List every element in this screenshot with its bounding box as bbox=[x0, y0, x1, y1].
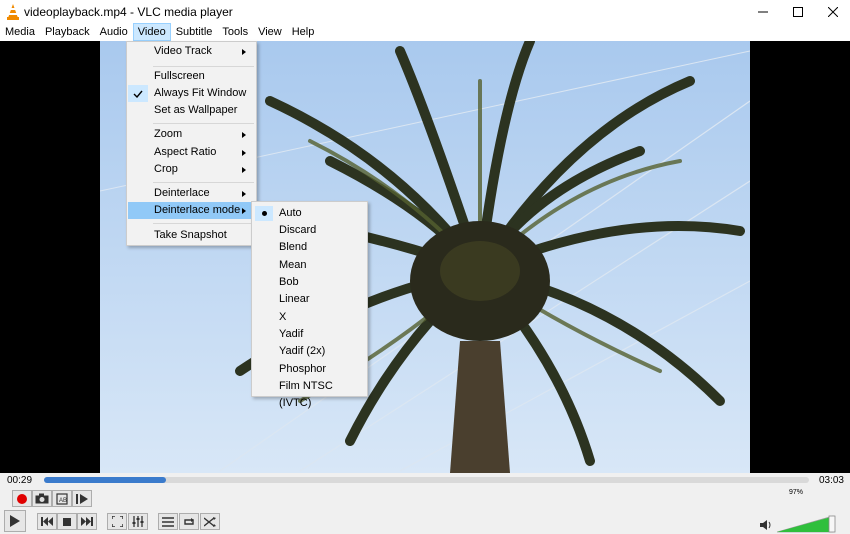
submenu-item-mean[interactable]: Mean bbox=[253, 257, 367, 274]
vlc-cone-icon bbox=[6, 3, 20, 20]
menu-help[interactable]: Help bbox=[287, 23, 320, 41]
snapshot-button[interactable] bbox=[32, 490, 52, 507]
frame-by-frame-button[interactable] bbox=[72, 490, 92, 507]
menuitem-label: Zoom bbox=[154, 128, 183, 140]
record-button[interactable] bbox=[12, 490, 32, 507]
submenu-item-film-ntsc[interactable]: Film NTSC (IVTC) bbox=[253, 378, 367, 409]
maximize-button[interactable] bbox=[780, 0, 815, 23]
speaker-icon[interactable] bbox=[760, 519, 772, 533]
submenu-item-yadif-2x[interactable]: Yadif (2x) bbox=[253, 343, 367, 360]
menuitem-zoom[interactable]: Zoom bbox=[128, 126, 256, 143]
menu-media[interactable]: Media bbox=[0, 23, 40, 41]
menuitem-label: Aspect Ratio bbox=[154, 146, 217, 158]
menu-bar: Media Playback Audio Video Subtitle Tool… bbox=[0, 23, 850, 41]
elapsed-time: 00:29 bbox=[7, 475, 33, 486]
submenu-item-blend[interactable]: Blend bbox=[253, 239, 367, 256]
next-button[interactable] bbox=[77, 513, 97, 530]
playlist-button[interactable] bbox=[158, 513, 178, 530]
close-button[interactable] bbox=[815, 0, 850, 23]
submenu-item-label: Blend bbox=[279, 241, 308, 253]
menu-view[interactable]: View bbox=[253, 23, 287, 41]
submenu-item-label: Auto bbox=[279, 207, 302, 219]
loop-ab-button[interactable]: AB bbox=[52, 490, 72, 507]
menuitem-set-as-wallpaper[interactable]: Set as Wallpaper bbox=[128, 102, 256, 119]
checkmark-icon bbox=[128, 85, 148, 102]
menu-audio[interactable]: Audio bbox=[95, 23, 133, 41]
menuitem-deinterlace[interactable]: Deinterlace bbox=[128, 185, 256, 202]
menuitem-crop[interactable]: Crop bbox=[128, 161, 256, 178]
submenu-item-phosphor[interactable]: Phosphor bbox=[253, 361, 367, 378]
window-title: videoplayback.mp4 - VLC media player bbox=[24, 4, 233, 19]
menuitem-take-snapshot[interactable]: Take Snapshot bbox=[128, 227, 256, 244]
menuitem-label: Set as Wallpaper bbox=[154, 104, 238, 116]
submenu-arrow-icon bbox=[242, 208, 246, 214]
controls-panel: 00:29 03:03 AB 97% bbox=[0, 473, 850, 534]
menuitem-label: Take Snapshot bbox=[154, 229, 227, 241]
volume-percent: 97% bbox=[789, 489, 804, 496]
submenu-arrow-icon bbox=[242, 132, 246, 138]
menu-tools[interactable]: Tools bbox=[217, 23, 253, 41]
submenu-item-label: Linear bbox=[279, 293, 310, 305]
submenu-arrow-icon bbox=[242, 49, 246, 55]
menu-video[interactable]: Video bbox=[132, 23, 171, 41]
vlc-window: videoplayback.mp4 - VLC media player Med… bbox=[0, 0, 850, 534]
extended-settings-button[interactable] bbox=[128, 513, 148, 530]
stop-button[interactable] bbox=[57, 513, 77, 530]
submenu-arrow-icon bbox=[242, 167, 246, 173]
menuitem-label: Crop bbox=[154, 163, 178, 175]
submenu-item-label: Yadif (2x) bbox=[279, 345, 326, 357]
submenu-item-auto[interactable]: Auto bbox=[253, 205, 367, 222]
menuitem-always-fit-window[interactable]: Always Fit Window bbox=[128, 85, 256, 102]
submenu-item-label: Bob bbox=[279, 276, 299, 288]
loop-button[interactable] bbox=[179, 513, 199, 530]
menu-playback[interactable]: Playback bbox=[40, 23, 95, 41]
title-bar: videoplayback.mp4 - VLC media player bbox=[0, 0, 850, 23]
submenu-item-label: Mean bbox=[279, 259, 307, 271]
menuitem-label: Fullscreen bbox=[154, 70, 205, 82]
menu-subtitle[interactable]: Subtitle bbox=[171, 23, 218, 41]
seek-bar-fill bbox=[44, 477, 167, 483]
submenu-item-x[interactable]: X bbox=[253, 309, 367, 326]
radio-selected-icon bbox=[255, 206, 273, 221]
submenu-item-yadif[interactable]: Yadif bbox=[253, 326, 367, 343]
menu-separator bbox=[153, 66, 254, 67]
play-button[interactable] bbox=[4, 510, 26, 532]
fullscreen-button[interactable] bbox=[107, 513, 127, 530]
minimize-button[interactable] bbox=[745, 0, 780, 23]
submenu-item-label: Yadif bbox=[279, 328, 304, 340]
menu-separator bbox=[153, 223, 254, 224]
menuitem-label: Deinterlace bbox=[154, 187, 210, 199]
menuitem-label: Always Fit Window bbox=[154, 87, 247, 99]
menuitem-label: Deinterlace mode bbox=[154, 204, 241, 216]
menuitem-fullscreen[interactable]: Fullscreen bbox=[128, 68, 256, 85]
svg-text:AB: AB bbox=[59, 498, 67, 504]
shuffle-button[interactable] bbox=[200, 513, 220, 530]
submenu-item-label: Phosphor bbox=[279, 363, 327, 375]
submenu-arrow-icon bbox=[242, 150, 246, 156]
seek-bar[interactable] bbox=[44, 477, 809, 483]
total-time: 03:03 bbox=[818, 475, 844, 486]
volume-slider[interactable] bbox=[776, 515, 837, 534]
submenu-item-label: Discard bbox=[279, 224, 317, 236]
menu-separator bbox=[153, 182, 254, 183]
menu-separator bbox=[153, 123, 254, 124]
deinterlace-mode-submenu: Auto Discard Blend Mean Bob Linear X Yad… bbox=[251, 201, 368, 409]
submenu-item-label: X bbox=[279, 311, 287, 323]
submenu-item-linear[interactable]: Linear bbox=[253, 291, 367, 308]
menuitem-aspect-ratio[interactable]: Aspect Ratio bbox=[128, 144, 256, 161]
menuitem-video-track[interactable]: Video Track bbox=[128, 43, 256, 60]
submenu-item-discard[interactable]: Discard bbox=[253, 222, 367, 239]
submenu-arrow-icon bbox=[242, 191, 246, 197]
previous-button[interactable] bbox=[37, 513, 57, 530]
submenu-item-bob[interactable]: Bob bbox=[253, 274, 367, 291]
menuitem-deinterlace-mode[interactable]: Deinterlace mode bbox=[128, 202, 256, 219]
menuitem-label: Video Track bbox=[154, 45, 212, 57]
video-menu-dropdown: Video Track Fullscreen Always Fit Window… bbox=[126, 41, 257, 246]
